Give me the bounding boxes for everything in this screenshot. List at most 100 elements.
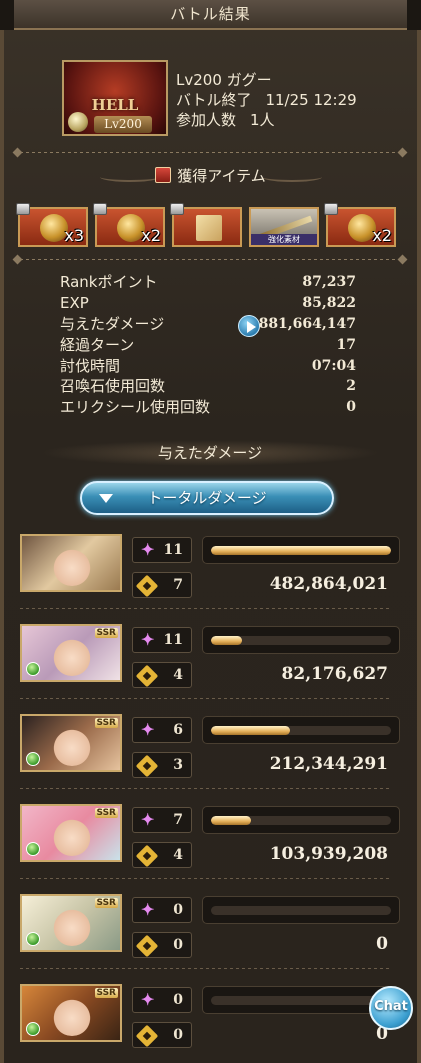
skill-icon	[135, 844, 159, 868]
item-flag-icon	[324, 203, 338, 215]
ssr-badge: SSR	[94, 898, 118, 908]
divider	[12, 254, 408, 265]
skill-count-badge: 0	[132, 1022, 192, 1048]
page-title: バトル結果	[170, 5, 251, 23]
wind-element-icon	[26, 932, 40, 946]
quest-level-badge: Lv200	[94, 116, 152, 133]
title-bar: バトル結果	[0, 0, 421, 30]
play-icon[interactable]	[238, 314, 260, 337]
character-portrait	[20, 534, 122, 592]
loot-item-1[interactable]: x3	[16, 203, 88, 247]
loot-item-5[interactable]: x2	[324, 203, 396, 247]
stat-turns: 経過ターン 17	[60, 335, 356, 356]
character-row[interactable]: SSR ✦ 7 4 103,939,208	[18, 804, 404, 894]
damage-heading: 与えたダメージ	[40, 440, 380, 466]
skill-icon	[135, 1024, 159, 1048]
stat-value: 17	[336, 336, 356, 353]
ssr-badge: SSR	[94, 988, 118, 998]
sparkle-icon: ✦	[141, 900, 155, 919]
skill-icon	[135, 664, 159, 688]
loot-item-3[interactable]	[170, 203, 242, 247]
damage-value: 482,864,021	[269, 574, 388, 594]
skill-icon	[135, 934, 159, 958]
damage-bar	[202, 896, 400, 924]
battle-end-time: 11/25 12:29	[265, 91, 357, 109]
scroll-icon	[196, 215, 222, 241]
battle-end-row: バトル終了 11/25 12:29	[176, 90, 357, 110]
skill-count-badge: 7	[132, 572, 192, 598]
character-row[interactable]: SSR ✦ 11 4 82,176,627	[18, 624, 404, 714]
skill-icon	[135, 754, 159, 778]
character-portrait: SSR	[20, 984, 122, 1042]
damage-bar-fill	[211, 726, 291, 735]
battle-end-label: バトル終了	[176, 91, 252, 109]
wind-element-icon	[26, 1022, 40, 1036]
item-tag: 強化素材	[251, 234, 317, 245]
stat-label: 討伐時間	[60, 356, 121, 375]
stat-label: 与えたダメージ	[60, 314, 165, 333]
chevron-down-icon	[96, 489, 116, 507]
stat-value: 2	[346, 378, 356, 395]
sparkle-icon: ✦	[141, 630, 155, 649]
damage-bar	[202, 626, 400, 654]
stat-rank-points: Rankポイント 87,237	[60, 272, 356, 293]
damage-bar-fill	[211, 816, 251, 825]
attack-count-badge: ✦ 0	[132, 897, 192, 923]
damage-value: 212,344,291	[269, 754, 388, 774]
item-flag-icon	[93, 203, 107, 215]
damage-bar	[202, 806, 400, 834]
ssr-badge: SSR	[94, 718, 118, 728]
sparkle-icon: ✦	[141, 990, 155, 1009]
loot-heading: 獲得アイテム	[0, 165, 421, 186]
attack-count-badge: ✦ 6	[132, 717, 192, 743]
attack-count-badge: ✦ 11	[132, 537, 192, 563]
title-corner-left	[0, 0, 14, 30]
skill-count-badge: 4	[132, 842, 192, 868]
item-flag-icon	[170, 203, 184, 215]
ssr-badge: SSR	[94, 628, 118, 638]
stat-clear-time: 討伐時間 07:04	[60, 356, 356, 377]
damage-value: 103,939,208	[269, 844, 388, 864]
skill-count-badge: 4	[132, 662, 192, 688]
attack-count-badge: ✦ 0	[132, 987, 192, 1013]
participants-value: 1人	[250, 111, 275, 129]
stat-label: 召喚石使用回数	[60, 377, 166, 396]
damage-bar	[202, 536, 400, 564]
character-portrait: SSR	[20, 624, 122, 682]
character-row[interactable]: SSR ✦ 0 0 0	[18, 894, 404, 984]
damage-bar-fill	[211, 546, 391, 555]
stat-label: 経過ターン	[60, 335, 135, 354]
participants-label: 参加人数	[176, 111, 237, 129]
stat-label: Rankポイント	[60, 273, 158, 291]
quest-info: Lv200 ガグー バトル終了 11/25 12:29 参加人数 1人	[176, 70, 357, 130]
stat-value: 881,664,147	[258, 315, 356, 332]
loot-heading-text: 獲得アイテム	[177, 167, 266, 185]
battle-stats: Rankポイント 87,237 EXP 85,822 与えたダメージ 881,6…	[60, 272, 356, 418]
stat-label: EXP	[60, 293, 89, 312]
loot-item-4[interactable]: 強化素材	[249, 207, 319, 247]
damage-bar	[202, 716, 400, 744]
wind-element-icon	[26, 662, 40, 676]
chat-button[interactable]: Chat	[369, 986, 413, 1030]
quest-thumbnail: HELL Lv200	[62, 60, 168, 136]
total-damage-button[interactable]: トータルダメージ	[80, 481, 334, 515]
character-row[interactable]: SSR ✦ 6 3 212,344,291	[18, 714, 404, 804]
stat-exp: EXP 85,822	[60, 293, 356, 314]
divider	[12, 147, 408, 158]
loot-item-2[interactable]: x2	[93, 203, 165, 247]
attack-count-badge: ✦ 11	[132, 627, 192, 653]
damage-value: 82,176,627	[281, 664, 388, 684]
character-row[interactable]: SSR ✦ 0 0 0	[18, 984, 404, 1063]
treasure-chest-icon	[155, 167, 172, 183]
skill-count-badge: 3	[132, 752, 192, 778]
sparkle-icon: ✦	[141, 810, 155, 829]
participants-row: 参加人数 1人	[176, 110, 357, 130]
quest-name: Lv200 ガグー	[176, 71, 272, 89]
stat-damage: 与えたダメージ 881,664,147	[60, 314, 356, 337]
character-portrait: SSR	[20, 894, 122, 952]
character-row[interactable]: ✦ 11 7 482,864,021	[18, 534, 404, 624]
sparkle-icon: ✦	[141, 720, 155, 739]
title-corner-right	[407, 0, 421, 30]
damage-bar-fill	[211, 636, 242, 645]
item-count: x2	[141, 226, 161, 245]
